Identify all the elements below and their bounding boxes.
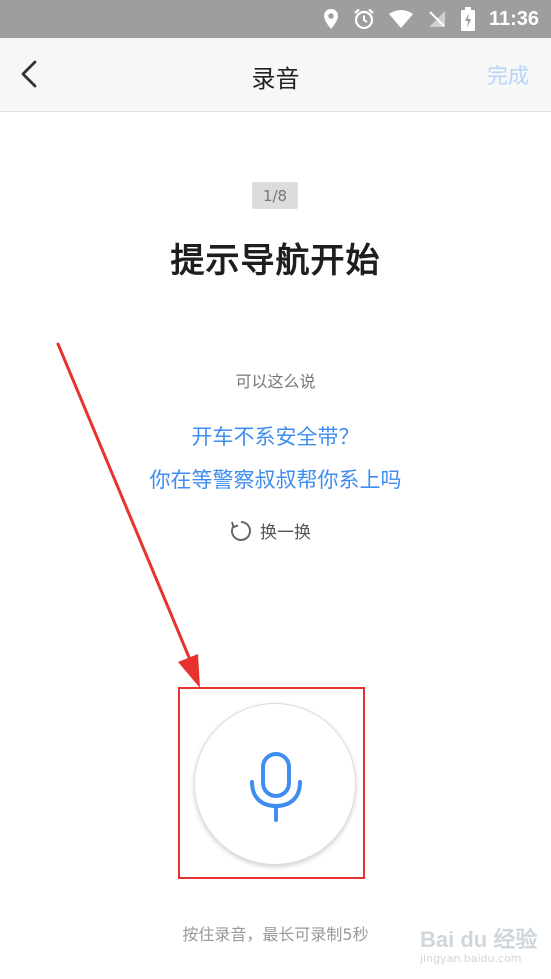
progress-badge: 1/8	[252, 182, 298, 209]
no-sim-icon	[427, 9, 447, 29]
refresh-button[interactable]: 换一换	[230, 518, 311, 543]
watermark-url: jingyan.baidu.com	[420, 952, 522, 965]
prompt-title: 提示导航开始	[170, 241, 381, 281]
refresh-label: 换一换	[260, 523, 311, 543]
watermark: Bai du 经验 jingyan.baidu.com	[420, 922, 537, 965]
watermark-logo: Bai du 经验	[420, 927, 538, 952]
microphone-icon	[250, 752, 302, 822]
page-title: 录音	[251, 65, 300, 93]
battery-charging-icon	[460, 7, 475, 31]
done-button[interactable]: 完成	[487, 60, 529, 90]
record-button[interactable]	[194, 703, 356, 865]
sample-phrase-line-2: 你在等警察叔叔帮你系上吗	[149, 468, 402, 492]
wifi-icon	[388, 9, 413, 29]
location-icon	[323, 8, 339, 30]
hint-label: 可以这么说	[235, 372, 316, 391]
refresh-icon	[231, 520, 251, 541]
nav-bar: 录音 完成	[0, 38, 551, 112]
sample-phrase-line-1: 开车不系安全带？	[191, 425, 360, 449]
status-bar: 11:36	[0, 0, 551, 38]
status-icons: 11:36	[323, 0, 539, 38]
alarm-icon	[353, 8, 375, 30]
status-time: 11:36	[488, 7, 539, 30]
